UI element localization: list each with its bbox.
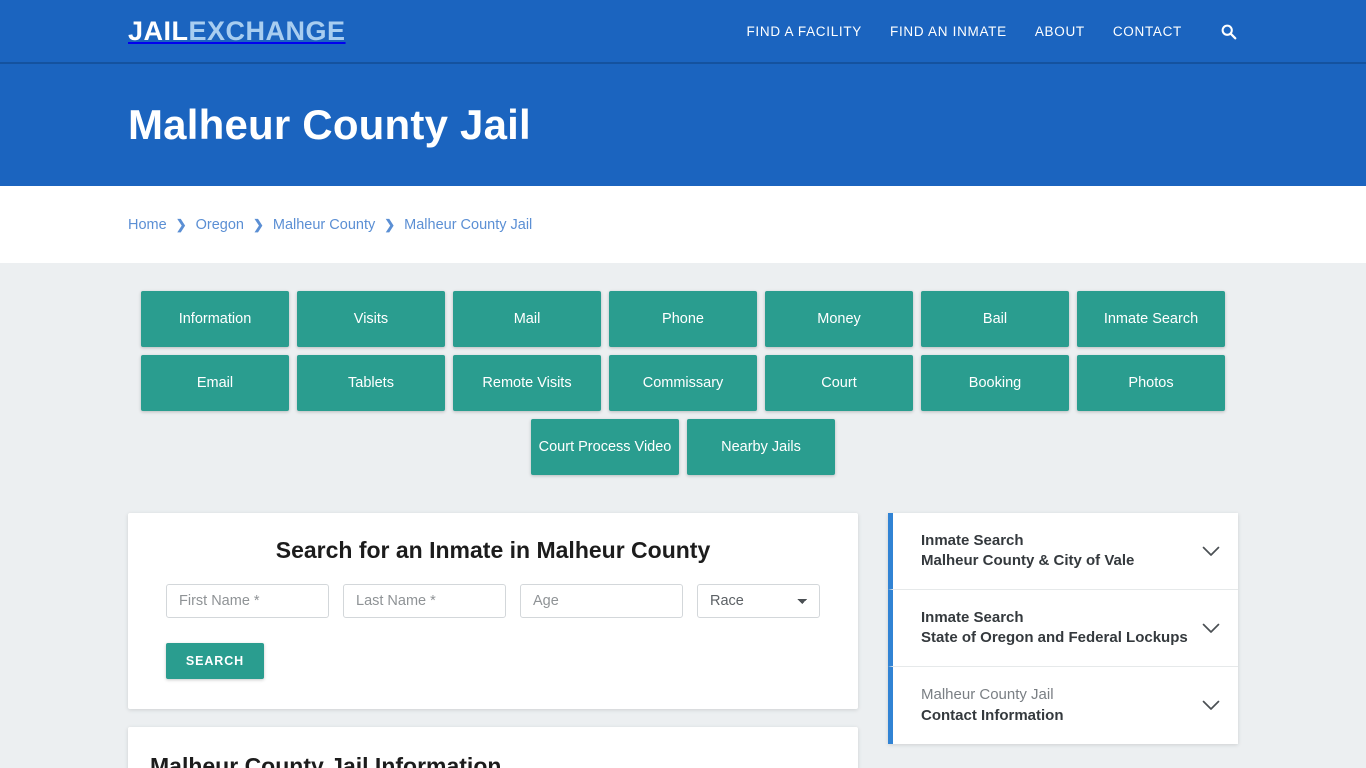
facility-section-tiles: Information Visits Mail Phone Money Bail… (134, 291, 1232, 411)
tile-phone[interactable]: Phone (609, 291, 757, 347)
breadcrumb-item-oregon[interactable]: Oregon (196, 217, 244, 233)
chevron-down-icon[interactable] (1200, 617, 1222, 639)
tile-information[interactable]: Information (141, 291, 289, 347)
tile-tablets[interactable]: Tablets (297, 355, 445, 411)
accordion-item-inmate-search-county[interactable]: Inmate Search Malheur County & City of V… (888, 513, 1238, 590)
sidebar-accordion: Inmate Search Malheur County & City of V… (888, 513, 1238, 744)
breadcrumb-item-malheur-county-jail[interactable]: Malheur County Jail (404, 217, 532, 233)
primary-nav-links: FIND A FACILITY FIND AN INMATE ABOUT CON… (746, 21, 1238, 41)
race-select[interactable]: Race (697, 584, 820, 618)
main-content-row: Search for an Inmate in Malheur County R… (128, 513, 1238, 768)
accordion-item-text: Inmate Search Malheur County & City of V… (921, 531, 1200, 572)
nav-item-find-a-facility[interactable]: FIND A FACILITY (746, 24, 862, 39)
chevron-right-icon: ❯ (175, 217, 187, 232)
jail-information-title: Malheur County Jail Information (150, 753, 502, 768)
nav-item-find-an-inmate[interactable]: FIND AN INMATE (890, 24, 1007, 39)
jail-information-card: Malheur County Jail Information (128, 727, 858, 768)
site-logo[interactable]: JAILEXCHANGE (128, 16, 346, 47)
page-title: Malheur County Jail (128, 101, 531, 148)
logo-text-secondary: EXCHANGE (188, 15, 346, 46)
tile-inmate-search[interactable]: Inmate Search (1077, 291, 1225, 347)
breadcrumb-bar: Home ❯ Oregon ❯ Malheur County ❯ Malheur… (0, 186, 1366, 263)
breadcrumb-item-malheur-county[interactable]: Malheur County (273, 217, 375, 233)
tile-photos[interactable]: Photos (1077, 355, 1225, 411)
tile-nearby-jails[interactable]: Nearby Jails (687, 419, 835, 475)
nav-item-about[interactable]: ABOUT (1035, 24, 1085, 39)
search-button[interactable]: SEARCH (166, 643, 264, 679)
nav-item-contact[interactable]: CONTACT (1113, 24, 1182, 39)
tile-visits[interactable]: Visits (297, 291, 445, 347)
tile-remote-visits[interactable]: Remote Visits (453, 355, 601, 411)
chevron-down-icon[interactable] (1200, 540, 1222, 562)
accordion-item-text: Inmate Search State of Oregon and Federa… (921, 608, 1200, 649)
first-name-input[interactable] (166, 584, 329, 618)
accordion-item-line1: Inmate Search (921, 608, 1024, 626)
tile-commissary[interactable]: Commissary (609, 355, 757, 411)
chevron-right-icon: ❯ (252, 217, 264, 232)
accordion-item-contact-information[interactable]: Malheur County Jail Contact Information (888, 667, 1238, 744)
breadcrumb: Home ❯ Oregon ❯ Malheur County ❯ Malheur… (128, 217, 532, 233)
chevron-down-icon[interactable] (1200, 695, 1222, 717)
main-left-column: Search for an Inmate in Malheur County R… (128, 513, 858, 768)
inmate-search-card: Search for an Inmate in Malheur County R… (128, 513, 858, 709)
accordion-item-line2: State of Oregon and Federal Lockups (921, 629, 1188, 646)
age-input[interactable] (520, 584, 683, 618)
tile-court[interactable]: Court (765, 355, 913, 411)
tile-bail[interactable]: Bail (921, 291, 1069, 347)
page-body: Information Visits Mail Phone Money Bail… (0, 263, 1366, 768)
accordion-item-text: Malheur County Jail Contact Information (921, 685, 1200, 726)
accordion-item-inmate-search-state[interactable]: Inmate Search State of Oregon and Federa… (888, 590, 1238, 667)
tile-money[interactable]: Money (765, 291, 913, 347)
top-navigation-bar: JAILEXCHANGE FIND A FACILITY FIND AN INM… (0, 0, 1366, 64)
page-hero: Malheur County Jail (0, 64, 1366, 186)
chevron-right-icon: ❯ (384, 217, 396, 232)
accordion-item-line2: Contact Information (921, 706, 1064, 724)
breadcrumb-item-home[interactable]: Home (128, 217, 167, 233)
logo-text-primary: JAIL (128, 15, 189, 46)
accordion-item-line1: Malheur County Jail (921, 686, 1054, 704)
tile-court-process-video[interactable]: Court Process Video (531, 419, 679, 475)
accordion-item-line2: Malheur County & City of Vale (921, 552, 1135, 569)
facility-section-tiles-row-3: Court Process Video Nearby Jails (134, 419, 1232, 475)
accordion-item-line1: Inmate Search (921, 531, 1024, 549)
search-icon[interactable] (1218, 21, 1238, 41)
tile-booking[interactable]: Booking (921, 355, 1069, 411)
tile-mail[interactable]: Mail (453, 291, 601, 347)
inmate-search-fields: Race (148, 584, 838, 618)
inmate-search-title: Search for an Inmate in Malheur County (275, 537, 711, 563)
last-name-input[interactable] (343, 584, 506, 618)
tile-email[interactable]: Email (141, 355, 289, 411)
